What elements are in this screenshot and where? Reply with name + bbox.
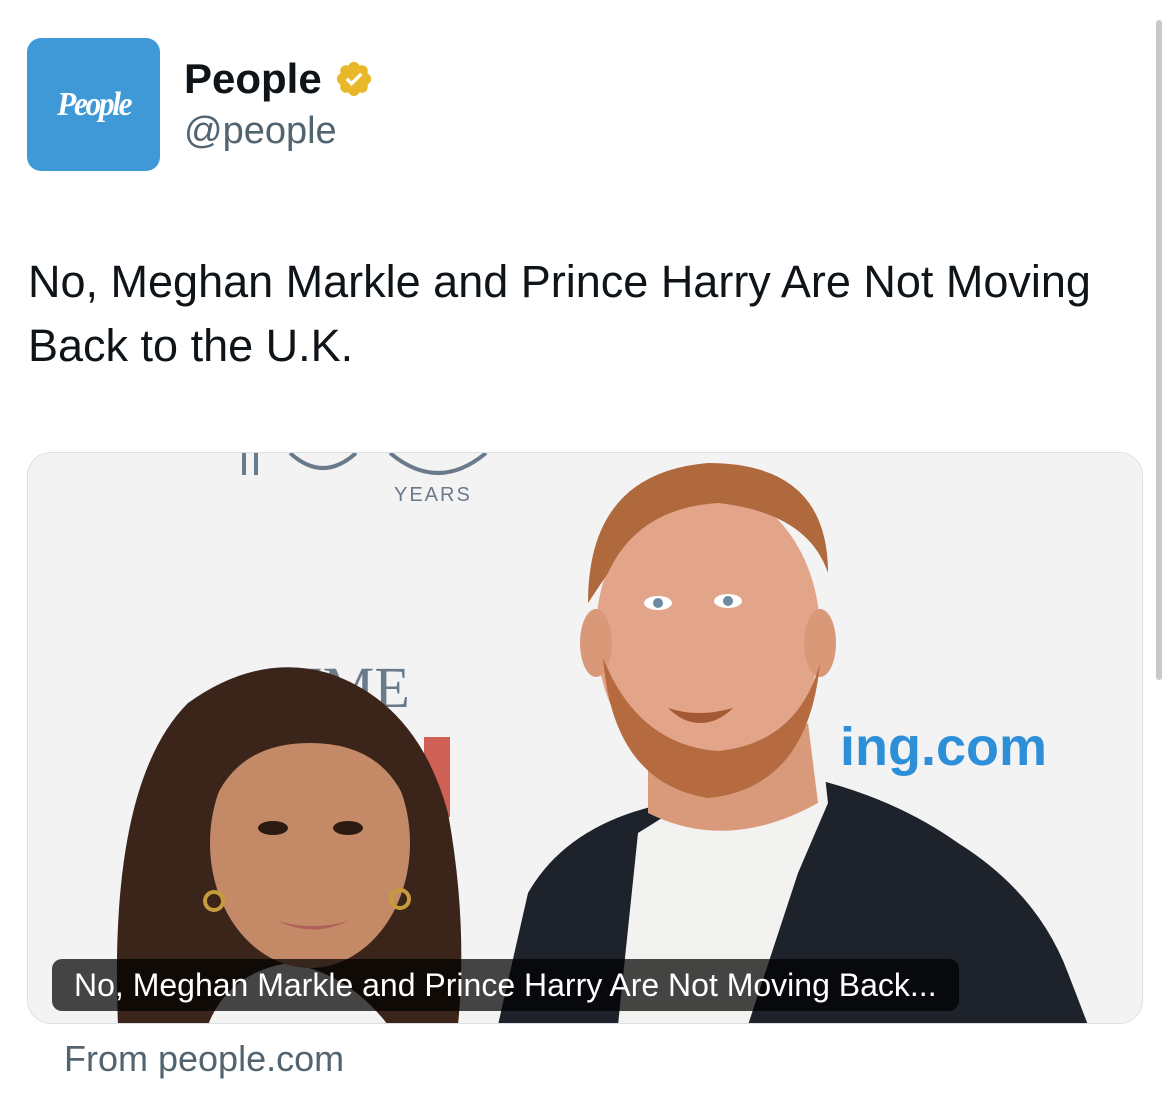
scrollbar[interactable] xyxy=(1156,20,1164,690)
backdrop-brand-text: ing.com xyxy=(840,717,1047,777)
verified-badge-icon[interactable] xyxy=(334,59,374,99)
link-preview-card[interactable]: YEARS TIME ing.com xyxy=(27,452,1143,1024)
display-name-row[interactable]: People xyxy=(184,54,374,104)
tweet-screenshot: People People @people No, Meghan Markle … xyxy=(0,0,1170,1113)
card-photo: YEARS TIME ing.com xyxy=(28,453,1142,1023)
avatar[interactable]: People xyxy=(27,38,160,171)
scrollbar-thumb[interactable] xyxy=(1156,20,1162,680)
card-title[interactable]: No, Meghan Markle and Prince Harry Are N… xyxy=(52,959,959,1011)
avatar-logo-text: People xyxy=(56,85,132,123)
backdrop-years-text: YEARS xyxy=(394,484,472,506)
account-handle[interactable]: @people xyxy=(184,110,337,153)
card-source-domain[interactable]: From people.com xyxy=(64,1038,344,1080)
display-name[interactable]: People xyxy=(184,55,322,103)
tweet-text: No, Meghan Markle and Prince Harry Are N… xyxy=(28,256,1091,371)
